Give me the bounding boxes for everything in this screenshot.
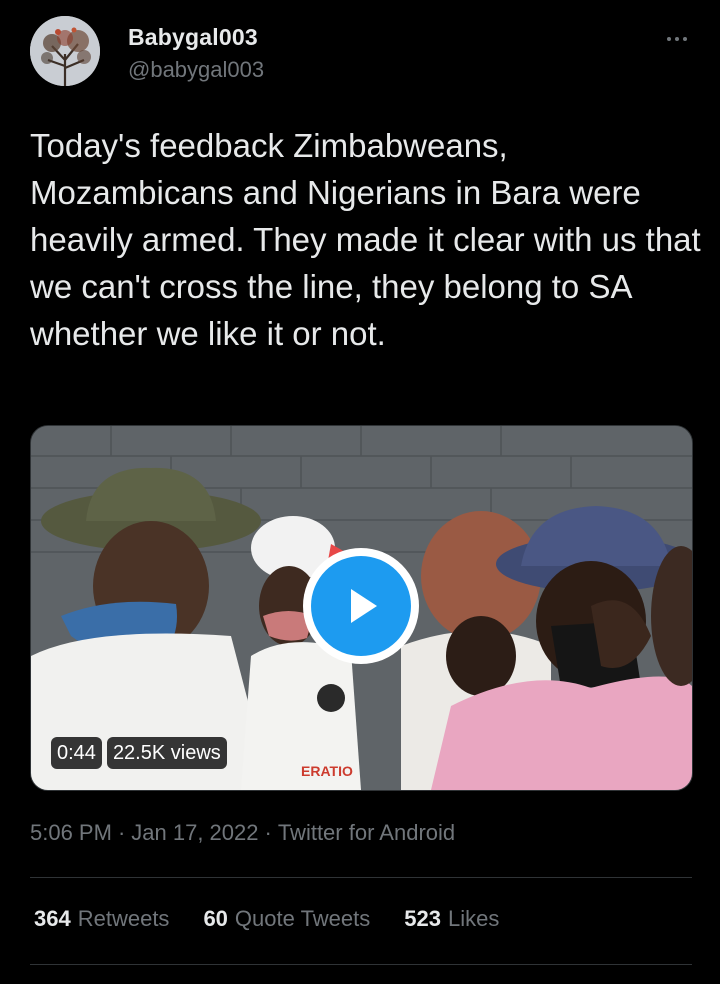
- retweets-label: Retweets: [77, 906, 170, 931]
- likes-label: Likes: [447, 906, 500, 931]
- video-badges: 0:44 22.5K views: [51, 737, 227, 769]
- likes-count: 523: [404, 906, 441, 931]
- video-views: 22.5K views: [106, 737, 227, 769]
- avatar-image: [30, 16, 100, 86]
- tweet-timestamp: 5:06 PM · Jan 17, 2022 · Twitter for Android: [30, 820, 455, 846]
- play-icon: [311, 556, 411, 656]
- tweet-detail: Babygal003 @babygal003 Today's feedback …: [0, 0, 720, 984]
- avatar[interactable]: [30, 16, 100, 86]
- author-handle[interactable]: @babygal003: [128, 57, 264, 83]
- quote-tweets-label: Quote Tweets: [234, 906, 371, 931]
- quote-tweets-stat[interactable]: 60 Quote Tweets: [203, 906, 370, 932]
- tweet-time[interactable]: 5:06 PM: [30, 820, 112, 845]
- tweet-source[interactable]: Twitter for Android: [278, 820, 455, 845]
- separator: ·: [264, 820, 272, 845]
- svg-text:ERATIO: ERATIO: [301, 763, 353, 779]
- retweets-count: 364: [34, 906, 71, 931]
- separator: ·: [117, 820, 126, 845]
- video-duration: 0:44: [51, 737, 102, 769]
- retweets-stat[interactable]: 364 Retweets: [34, 906, 169, 932]
- tweet-text: Today's feedback Zimbabweans, Mozambican…: [30, 127, 701, 352]
- author-display-name[interactable]: Babygal003: [128, 24, 258, 51]
- quote-tweets-count: 60: [203, 906, 228, 931]
- engagement-stats: 364 Retweets 60 Quote Tweets 523 Likes: [34, 906, 499, 932]
- divider: [30, 964, 692, 965]
- ellipsis-icon[interactable]: [660, 24, 694, 54]
- likes-stat[interactable]: 523 Likes: [404, 906, 499, 932]
- divider: [30, 877, 692, 878]
- play-button[interactable]: [303, 548, 419, 664]
- video-player[interactable]: ERATIO 0:44 22.5K views: [30, 425, 693, 791]
- tweet-date[interactable]: Jan 17, 2022: [131, 820, 258, 845]
